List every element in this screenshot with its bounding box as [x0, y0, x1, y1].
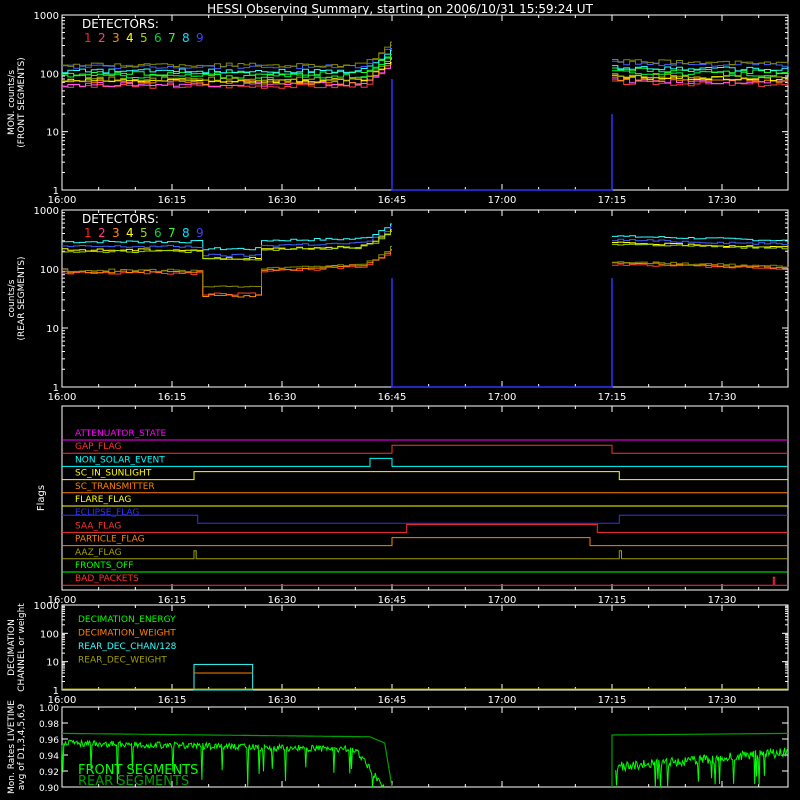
y-axis-label: MON. counts/s(FRONT SEGMENTS): [7, 57, 27, 147]
y-axis-label: Mon. Rates LIVETIMEavg of D1,3,4,5,6,9: [7, 700, 27, 794]
x-tick-label: 17:15: [598, 595, 627, 606]
legend-entry: REAR_DEC_CHAN/128: [78, 642, 177, 652]
x-tick-label: 16:15: [158, 392, 187, 403]
flag-label: FLARE_FLAG: [75, 495, 131, 505]
y-tick-label: 1000: [34, 206, 59, 217]
chart-title: HESSI Observing Summary, starting on 200…: [207, 2, 593, 16]
legend-entry: DECIMATION_ENERGY: [78, 615, 176, 625]
x-tick-label: 16:45: [378, 595, 407, 606]
legend-title: DETECTORS:: [82, 17, 159, 31]
legend-entry: 6: [154, 31, 162, 45]
flag-label: SC_TRANSMITTER: [75, 482, 155, 492]
legend-entry: 6: [154, 226, 162, 240]
flag-label: SC_IN_SUNLIGHT: [75, 469, 152, 479]
x-tick-label: 16:00: [48, 195, 77, 206]
flag-label: ECLIPSE_FLAG: [75, 508, 139, 518]
legend-entry: 4: [126, 31, 134, 45]
legend-entry: 8: [182, 31, 190, 45]
legend-entry: REAR SEGMENTS: [78, 774, 189, 789]
y-tick-label: 100: [40, 629, 59, 640]
legend-entry: 3: [112, 31, 120, 45]
y-tick-label: 0.96: [39, 736, 59, 746]
x-tick-label: 17:00: [488, 595, 517, 606]
legend-entry: 2: [98, 31, 106, 45]
x-tick-label: 17:30: [708, 392, 737, 403]
y-axis-label: Flags: [36, 485, 47, 511]
x-tick-label: 16:30: [268, 195, 297, 206]
legend-entry: 5: [140, 31, 148, 45]
hessi-summary-figure: HESSI Observing Summary, starting on 200…: [0, 0, 800, 800]
legend-entry: 8: [182, 226, 190, 240]
x-tick-label: 17:30: [708, 695, 737, 706]
legend-entry: 2: [98, 226, 106, 240]
flag-label: PARTICLE_FLAG: [75, 535, 145, 545]
legend-entry: DECIMATION_WEIGHT: [78, 629, 176, 639]
y-tick-label: 1000: [34, 601, 59, 612]
y-tick-label: 100: [40, 265, 59, 276]
x-tick-label: 16:15: [158, 195, 187, 206]
legend-entry: 3: [112, 226, 120, 240]
x-tick-label: 17:15: [598, 392, 627, 403]
x-tick-label: 17:00: [488, 695, 517, 706]
x-tick-label: 17:15: [598, 695, 627, 706]
y-tick-label: 0.98: [39, 720, 59, 730]
y-tick-label: 1000: [34, 11, 59, 22]
x-tick-label: 16:30: [268, 595, 297, 606]
flag-label: NON_SOLAR_EVENT: [75, 455, 165, 465]
flag-label: BAD_PACKETS: [75, 574, 139, 584]
legend-entry: 1: [84, 226, 92, 240]
legend-entry: 4: [126, 226, 134, 240]
x-tick-label: 16:45: [378, 695, 407, 706]
x-tick-label: 17:30: [708, 595, 737, 606]
flag-label: GAP_FLAG: [75, 442, 121, 452]
x-tick-label: 16:00: [48, 392, 77, 403]
legend-entry: 9: [196, 226, 204, 240]
y-tick-label: 0.92: [39, 768, 59, 778]
flag-label: FRONTS_OFF: [75, 561, 133, 571]
x-tick-label: 17:30: [708, 195, 737, 206]
x-tick-label: 17:00: [488, 392, 517, 403]
y-tick-label: 100: [40, 69, 59, 80]
legend-entry: 7: [168, 31, 176, 45]
x-tick-label: 16:30: [268, 392, 297, 403]
y-tick-label: 10: [46, 658, 59, 669]
x-tick-label: 17:00: [488, 195, 517, 206]
x-tick-label: 16:45: [378, 195, 407, 206]
x-tick-label: 16:30: [268, 695, 297, 706]
legend-entry: 7: [168, 226, 176, 240]
legend-entry: 5: [140, 226, 148, 240]
flag-label: SAA_FLAG: [75, 521, 121, 531]
y-tick-label: 10: [46, 128, 59, 139]
legend-entry: 1: [84, 31, 92, 45]
x-tick-label: 16:15: [158, 695, 187, 706]
legend-title: DETECTORS:: [82, 212, 159, 226]
flag-label: AAZ_FLAG: [75, 548, 122, 558]
legend-entry: 9: [196, 31, 204, 45]
x-tick-label: 17:15: [598, 195, 627, 206]
y-tick-label: 10: [46, 324, 59, 335]
y-tick-label: 1.00: [39, 704, 59, 714]
x-tick-label: 16:45: [378, 392, 407, 403]
flag-label: ATTENUATOR_STATE: [75, 429, 167, 439]
y-tick-label: 0.90: [39, 784, 59, 794]
legend-entry: REAR_DEC_WEIGHT: [78, 656, 167, 666]
y-tick-label: 0.94: [39, 752, 59, 762]
x-tick-label: 16:15: [158, 595, 187, 606]
